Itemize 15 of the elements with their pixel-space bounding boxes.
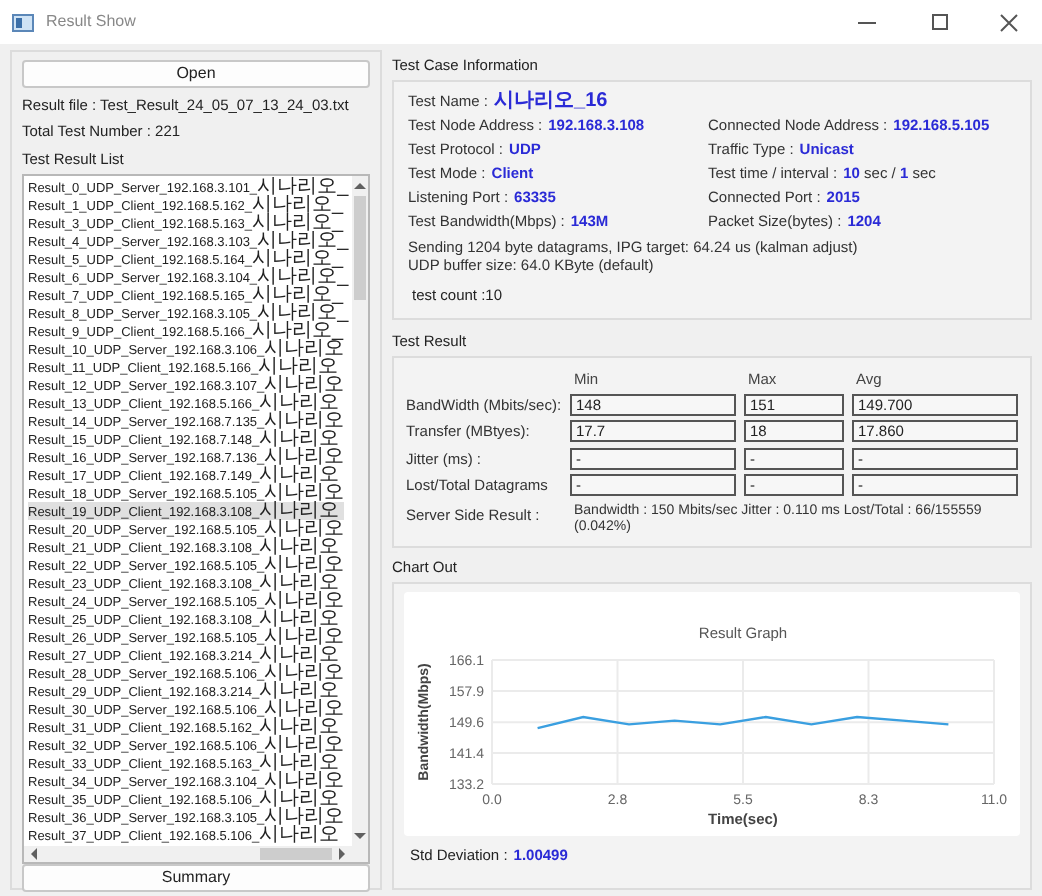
scrollbar-thumb[interactable] <box>260 847 332 860</box>
field-value: 시나리오_16 <box>494 92 608 113</box>
maximize-icon[interactable] <box>932 14 948 30</box>
summary-button[interactable]: Summary <box>22 863 370 892</box>
horizontal-scrollbar[interactable] <box>24 845 368 862</box>
scroll-right-icon[interactable] <box>336 847 348 860</box>
scroll-down-icon[interactable] <box>354 829 366 842</box>
app-icon <box>12 13 34 31</box>
scroll-left-icon[interactable] <box>28 847 40 860</box>
window-title: Result Show <box>46 10 136 34</box>
scroll-up-icon[interactable] <box>354 179 366 192</box>
open-button[interactable]: Open <box>22 60 370 88</box>
close-icon[interactable] <box>1000 13 1018 31</box>
scrollbar-thumb[interactable] <box>354 195 366 300</box>
vertical-scrollbar[interactable] <box>352 175 368 846</box>
